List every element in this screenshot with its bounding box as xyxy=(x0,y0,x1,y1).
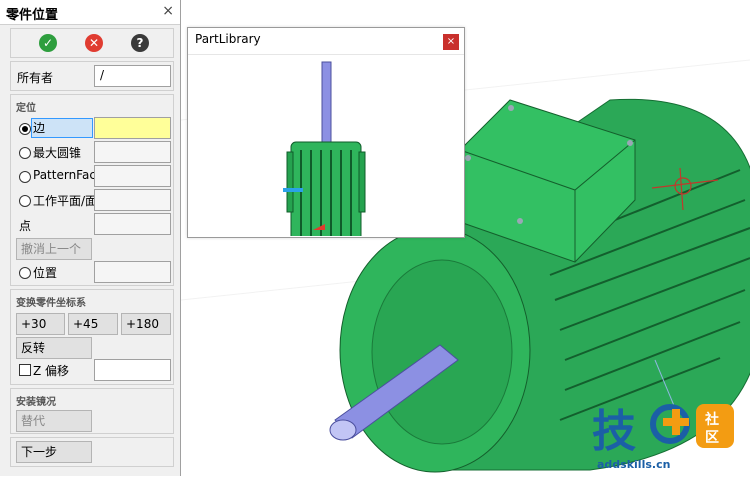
z-offset-checkbox[interactable] xyxy=(19,364,31,376)
max-cone-label[interactable]: 最大圆锥 xyxy=(33,144,81,161)
work-plane-label[interactable]: 工作平面/面 xyxy=(33,192,97,209)
panel-title-bar: 零件位置 × xyxy=(0,0,180,25)
owner-label: 所有者 xyxy=(17,71,54,85)
addskills-logo: 技 社 区 xyxy=(590,400,740,463)
point-label: 点 xyxy=(19,219,32,233)
work-plane-radio[interactable] xyxy=(19,195,31,207)
logo-badge-bottom: 区 xyxy=(705,430,719,446)
undo-last-button[interactable]: 撤消上一个 xyxy=(16,238,92,260)
transform-group: 变换零件坐标系 +30 +45 +180 反转 Z 偏移 xyxy=(10,289,174,385)
position-radio[interactable] xyxy=(19,267,31,279)
z-offset-field[interactable] xyxy=(94,359,171,381)
part-library-title: PartLibrary xyxy=(195,32,261,46)
positioning-group: 定位 边 最大圆锥 PatternFace 工作平面/面 点 撤消上一个 位置 xyxy=(10,94,174,286)
logo-text: 技 xyxy=(592,406,636,457)
cancel-icon[interactable]: ✕ xyxy=(85,34,103,52)
panel-title: 零件位置 xyxy=(6,8,59,23)
edge-radio[interactable] xyxy=(19,123,31,135)
owner-group: 所有者 / xyxy=(10,61,174,91)
part-library-close-button[interactable]: × xyxy=(443,34,459,50)
confirm-icon[interactable]: ✓ xyxy=(39,34,57,52)
rotate-45-button[interactable]: +45 xyxy=(68,313,118,335)
work-plane-field[interactable] xyxy=(94,189,171,211)
part-preview xyxy=(283,61,366,236)
owner-field[interactable]: / xyxy=(94,65,171,87)
panel-close-icon[interactable]: × xyxy=(162,3,174,19)
help-icon[interactable]: ? xyxy=(131,34,149,52)
position-field[interactable] xyxy=(94,261,171,283)
preview-origin-marker xyxy=(313,224,325,230)
z-offset-label[interactable]: Z 偏移 xyxy=(33,362,69,379)
part-position-panel: 零件位置 × ✓ ✕ ? 所有者 / 定位 边 最大圆锥 PatternFace… xyxy=(0,0,181,476)
mount-group: 安装镜况 替代 xyxy=(10,388,174,434)
pattern-face-label[interactable]: PatternFace xyxy=(33,168,103,182)
rotate-30-button[interactable]: +30 xyxy=(16,313,65,335)
owner-value: / xyxy=(100,68,105,82)
mount-header: 安装镜况 xyxy=(16,397,56,408)
pattern-face-field[interactable] xyxy=(94,165,171,187)
part-library-divider xyxy=(188,54,464,55)
watermark-url: addskills.cn xyxy=(597,458,671,471)
edge-field[interactable] xyxy=(94,117,171,139)
action-bar: ✓ ✕ ? xyxy=(10,28,174,58)
position-label[interactable]: 位置 xyxy=(33,264,57,281)
part-library-window: PartLibrary × xyxy=(187,27,465,238)
max-cone-radio[interactable] xyxy=(19,147,31,159)
max-cone-field[interactable] xyxy=(94,141,171,163)
replace-button[interactable]: 替代 xyxy=(16,410,92,432)
edge-label[interactable]: 边 xyxy=(31,118,93,138)
logo-graphic: 技 社 区 xyxy=(592,404,734,457)
point-field[interactable] xyxy=(94,213,171,235)
rotate-180-button[interactable]: +180 xyxy=(121,313,171,335)
pattern-face-radio[interactable] xyxy=(19,171,31,183)
transform-header: 变换零件坐标系 xyxy=(16,298,86,309)
positioning-header: 定位 xyxy=(16,103,36,114)
next-step-button[interactable]: 下一步 xyxy=(16,441,92,463)
next-group: 下一步 xyxy=(10,437,174,467)
logo-badge-top: 社 xyxy=(704,411,719,428)
flip-button[interactable]: 反转 xyxy=(16,337,92,359)
